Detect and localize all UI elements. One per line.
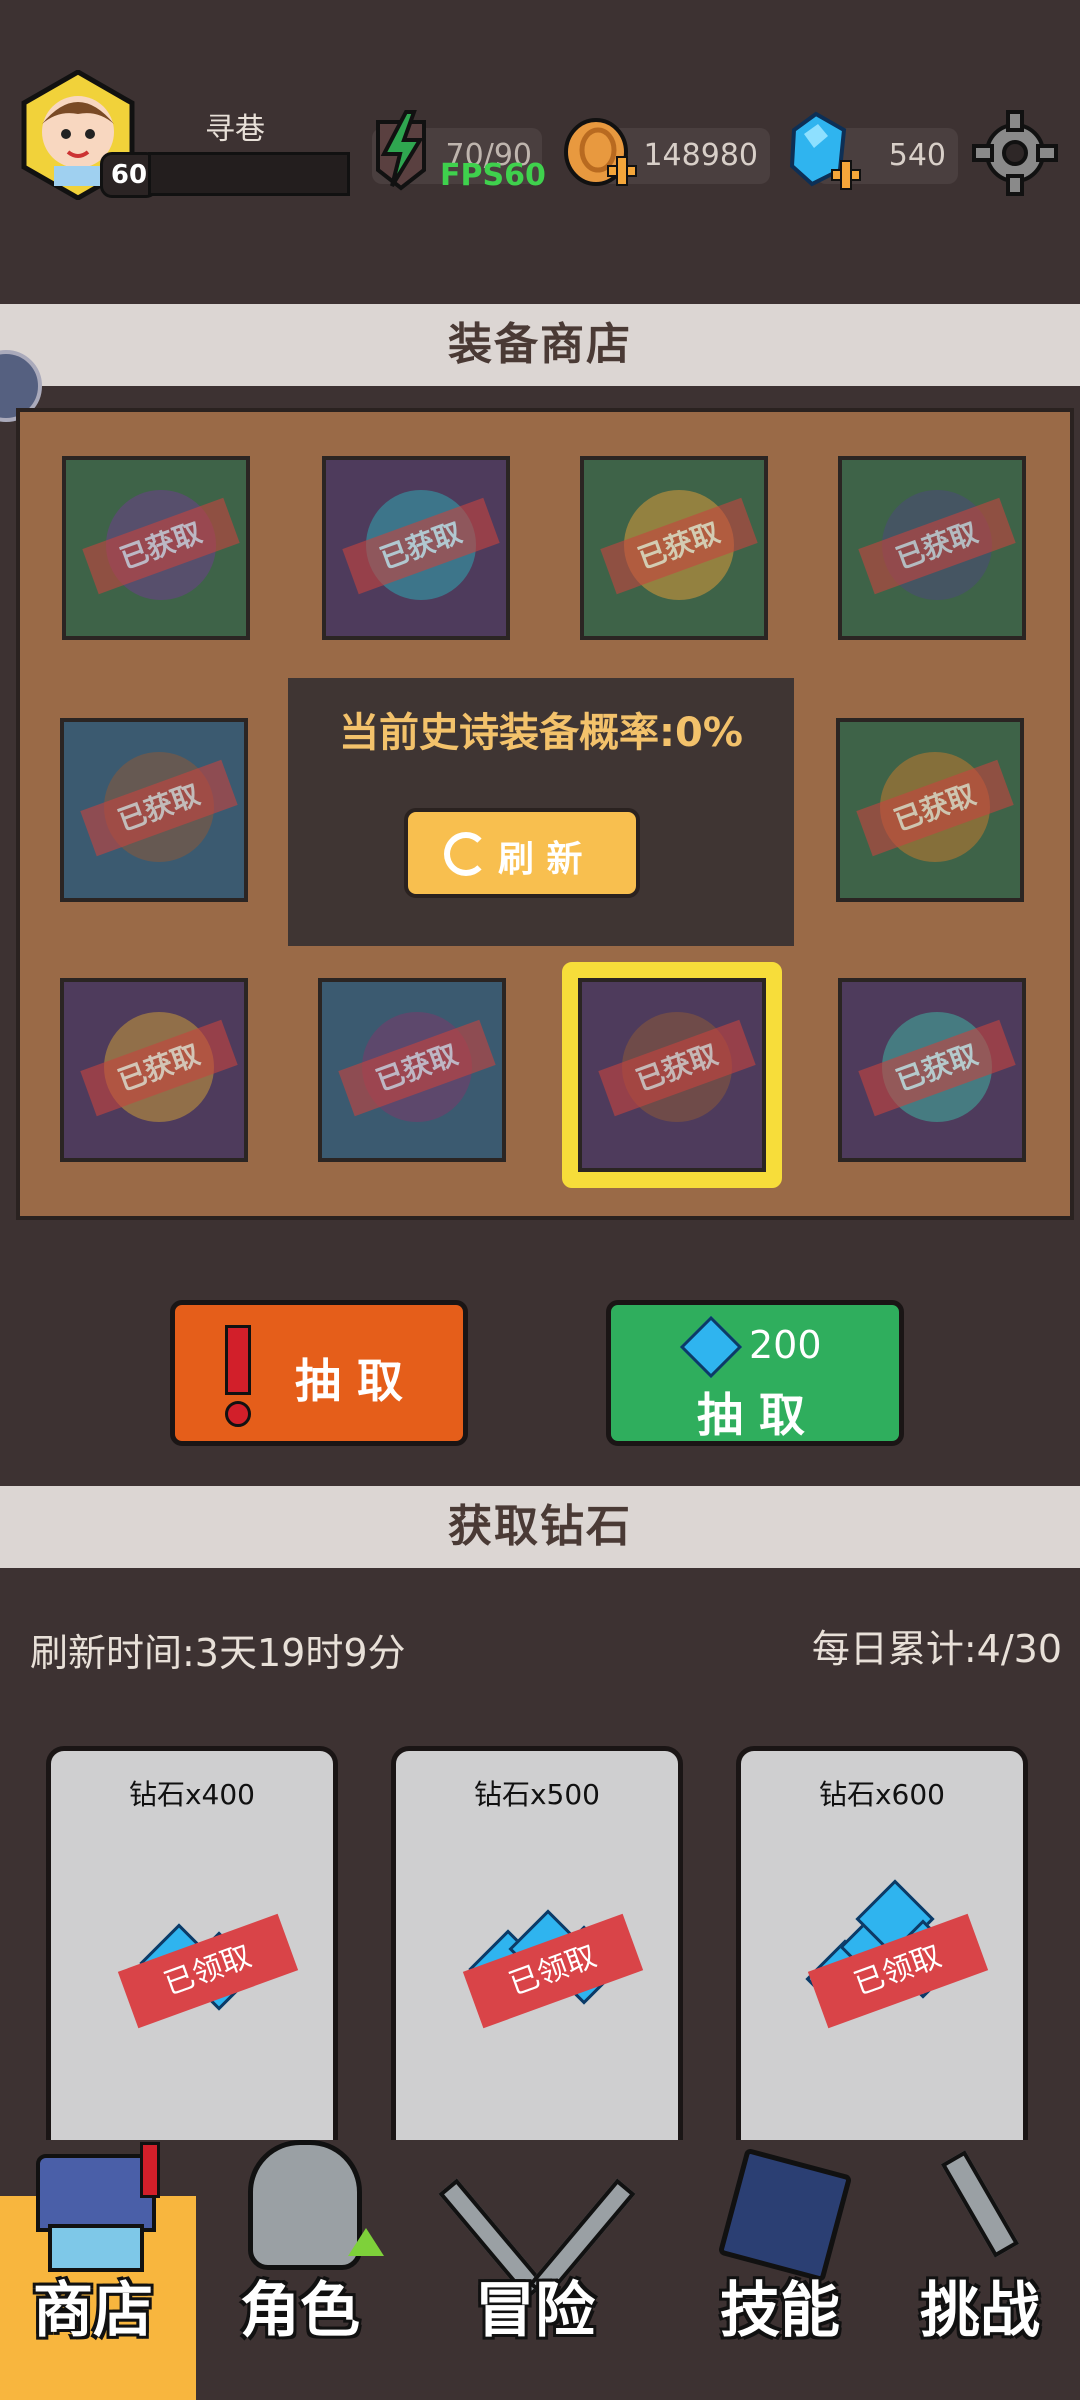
refresh-label: 刷 新	[498, 839, 583, 880]
diamond-shop-banner: 获取钻石	[0, 1486, 1080, 1568]
claimed-stamp: 已领取	[117, 1913, 299, 2029]
exclamation-dot	[225, 1401, 251, 1427]
nav-character-label: 角色	[240, 2276, 360, 2346]
fps-counter: FPS60	[440, 158, 546, 193]
nav-tab-adventure[interactable]: 冒险	[410, 2140, 660, 2400]
equipment-slot[interactable]: 已获取	[322, 456, 510, 640]
add-diamond-icon[interactable]	[784, 110, 864, 198]
diamond-pack-card[interactable]: 钻石x600 已领取	[736, 1746, 1028, 2166]
equipment-slot-selected[interactable]: 已获取	[562, 962, 782, 1188]
settings-gear-icon[interactable]	[970, 108, 1060, 202]
player-name: 寻巷	[205, 112, 265, 147]
coin-value: 148980	[643, 138, 758, 173]
draw-cost: 200	[749, 1323, 822, 1367]
equipment-slot[interactable]: 已获取	[836, 718, 1024, 902]
exclamation-icon	[225, 1325, 251, 1395]
selected-slot-inner: 已获取	[578, 978, 766, 1172]
epic-probability-text: 当前史诗装备概率:0%	[339, 710, 743, 756]
lightning-icon	[368, 110, 434, 196]
free-draw-label: 抽 取	[295, 1354, 404, 1408]
pack-title: 钻石x500	[473, 1778, 600, 1811]
diamond-draw-label: 抽 取	[697, 1388, 806, 1442]
equipment-slot[interactable]: 已获取	[60, 718, 248, 902]
helmet-icon	[248, 2140, 362, 2270]
equipment-shop-banner: 装备商店	[0, 304, 1080, 386]
diamond-pack-card[interactable]: 钻石x400 已领取	[46, 1746, 338, 2166]
add-coin-icon[interactable]	[560, 114, 640, 198]
daily-total: 每日累计:4/30	[811, 1627, 1062, 1671]
pack-title: 钻石x600	[818, 1778, 945, 1811]
nav-shop-label: 商店	[33, 2276, 153, 2346]
sword-flag-icon	[940, 2150, 1020, 2258]
nav-tab-character[interactable]: 角色	[200, 2140, 400, 2400]
equipment-slot[interactable]: 已获取	[318, 978, 506, 1162]
free-draw-button[interactable]: 抽 取	[170, 1300, 468, 1446]
equipment-slot[interactable]: 已获取	[838, 456, 1026, 640]
equipment-shop-title: 装备商店	[448, 319, 632, 370]
diamond-value: 540	[888, 138, 946, 173]
equipment-slot[interactable]: 已获取	[62, 456, 250, 640]
diamond-pack-card[interactable]: 钻石x500 已领取	[391, 1746, 683, 2166]
diamond-draw-button[interactable]: 200 抽 取	[606, 1300, 904, 1446]
nav-adventure-label: 冒险	[475, 2276, 595, 2346]
pack-title: 钻石x400	[128, 1778, 255, 1811]
diamond-icon	[679, 1315, 743, 1379]
nav-skills-label: 技能	[720, 2276, 840, 2346]
nav-challenge-label: 挑战	[920, 2276, 1040, 2346]
notification-badge-icon	[140, 2142, 160, 2198]
equipment-slot[interactable]: 已获取	[60, 978, 248, 1162]
nav-tab-skills[interactable]: 技能	[680, 2140, 880, 2400]
upgrade-arrow-icon	[348, 2228, 384, 2256]
refresh-time: 刷新时间:3天19时9分	[30, 1631, 406, 1675]
experience-bar	[148, 152, 350, 196]
nav-tab-challenge[interactable]: 挑战	[880, 2140, 1080, 2400]
equipment-slot[interactable]: 已获取	[838, 978, 1026, 1162]
shop-stall-icon	[36, 2154, 156, 2232]
equipment-slot[interactable]: 已获取	[580, 456, 768, 640]
refresh-button[interactable]: 刷 新	[404, 808, 640, 898]
nav-tab-shop[interactable]: 商店	[0, 2140, 196, 2400]
refresh-icon	[444, 832, 488, 876]
diamond-shop-title: 获取钻石	[448, 1501, 632, 1552]
